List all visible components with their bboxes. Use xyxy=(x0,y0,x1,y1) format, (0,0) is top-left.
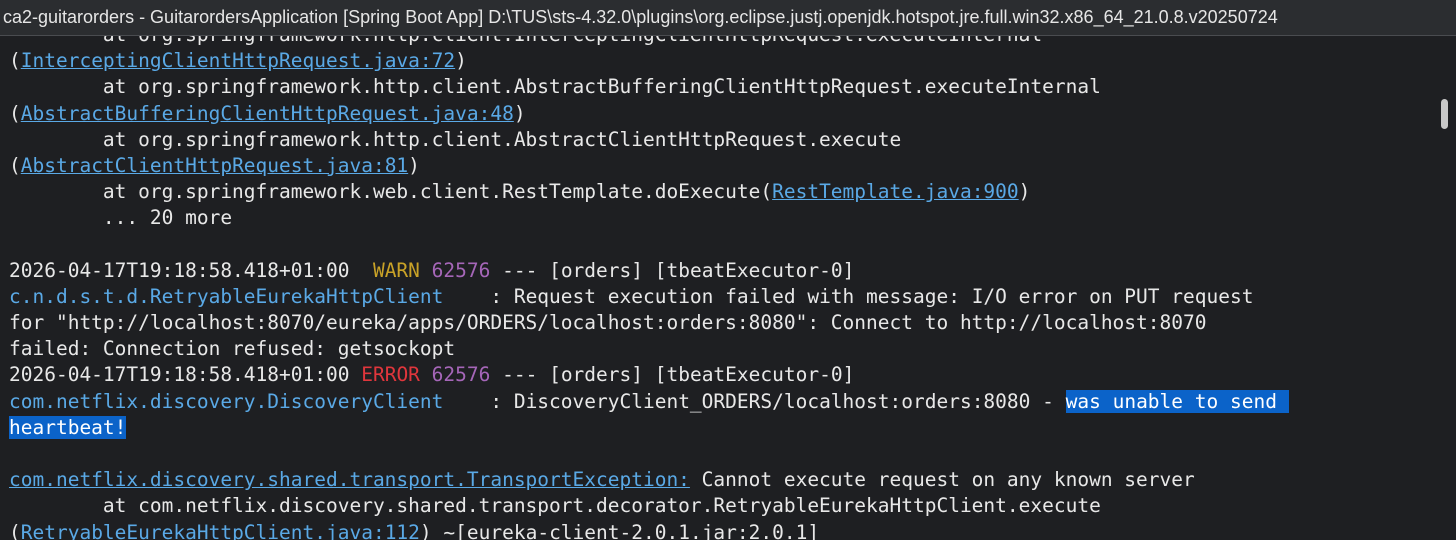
console-lines: at org.springframework.http.client.Inter… xyxy=(9,36,1289,540)
log-pid: 62576 xyxy=(431,258,491,282)
log-message-line: failed: Connection refused: getsockopt xyxy=(9,336,1289,362)
stack-frame-text: at org.springframework.http.client.Abstr… xyxy=(9,127,902,151)
selected-text[interactable]: heartbeat! xyxy=(9,415,127,439)
source-link-intercepting-client-http-request[interactable]: InterceptingClientHttpRequest.java:72 xyxy=(21,49,455,72)
source-link-retryable-eureka-http-client[interactable]: RetryableEurekaHttpClient.java:112 xyxy=(21,521,420,540)
log-message: failed: Connection refused: getsockopt xyxy=(9,337,456,361)
log-thread: --- [orders] [tbeatExecutor-0] xyxy=(490,363,855,387)
more-frames-text: ... 20 more xyxy=(9,206,233,230)
console-line-blank xyxy=(9,232,1289,258)
console-window: ca2-guitarorders - GuitarordersApplicati… xyxy=(0,0,1456,540)
blank-text xyxy=(9,442,21,465)
log-message-line: c.n.d.s.t.d.RetryableEurekaHttpClient : … xyxy=(9,284,1289,310)
stack-frame-text: at org.springframework.web.client.RestTe… xyxy=(9,180,773,204)
log-header-error: 2026-04-17T19:18:58.418+01:00 ERROR 6257… xyxy=(9,362,1289,388)
console-line: ... 20 more xyxy=(9,205,1289,231)
console-line: at org.springframework.http.client.Inter… xyxy=(9,36,1289,48)
exception-message: Cannot execute request on any known serv… xyxy=(689,468,1195,492)
logger-name-discovery-client: com.netflix.discovery.DiscoveryClient xyxy=(9,389,444,413)
console-line: at org.springframework.web.client.RestTe… xyxy=(9,179,1289,205)
log-timestamp: 2026-04-17T19:18:58.418+01:00 xyxy=(9,363,350,387)
paren: ) xyxy=(408,153,420,177)
stack-frame-text: at org.springframework.http.client.Inter… xyxy=(9,36,1042,46)
log-header-warn: 2026-04-17T19:18:58.418+01:00 WARN 62576… xyxy=(9,258,1289,284)
log-level-warn: WARN xyxy=(372,258,420,282)
paren: ) xyxy=(513,101,526,125)
console-line: at com.netflix.discovery.shared.transpor… xyxy=(9,493,1289,519)
console-output[interactable]: at org.springframework.http.client.Inter… xyxy=(0,36,1436,540)
jar-info: ~[eureka-client-2.0.1.jar:2.0.1] xyxy=(431,520,820,540)
paren: ) xyxy=(455,49,467,73)
log-message-line: com.netflix.discovery.DiscoveryClient : … xyxy=(9,389,1289,415)
console-title: ca2-guitarorders - GuitarordersApplicati… xyxy=(3,7,1278,27)
console-title-bar: ca2-guitarorders - GuitarordersApplicati… xyxy=(0,0,1456,36)
console-line: at org.springframework.http.client.Abstr… xyxy=(9,127,1289,153)
paren: ) xyxy=(1018,180,1031,204)
logger-name-retryable-eureka-http-client: c.n.d.s.t.d.RetryableEurekaHttpClient xyxy=(9,284,444,308)
paren: ( xyxy=(9,49,21,73)
stack-frame-text: at org.springframework.http.client.Abstr… xyxy=(9,75,1101,99)
console-line-blank xyxy=(9,441,1289,467)
log-level-error: ERROR xyxy=(361,363,420,387)
source-link-rest-template[interactable]: RestTemplate.java:900 xyxy=(772,180,1019,203)
exception-line: com.netflix.discovery.shared.transport.T… xyxy=(9,467,1289,493)
log-pid: 62576 xyxy=(431,363,491,387)
console-line: (AbstractClientHttpRequest.java:81) xyxy=(9,153,1289,179)
log-timestamp: 2026-04-17T19:18:58.418+01:00 xyxy=(9,258,350,282)
stack-frame-text: at com.netflix.discovery.shared.transpor… xyxy=(9,494,1101,518)
paren: ( xyxy=(9,520,21,540)
source-link-abstract-client-http-request[interactable]: AbstractClientHttpRequest.java:81 xyxy=(21,154,408,177)
scrollbar-thumb[interactable] xyxy=(1441,99,1448,129)
paren: ( xyxy=(9,153,21,177)
log-thread: --- [orders] [tbeatExecutor-0] xyxy=(490,258,855,282)
paren: ) xyxy=(419,520,432,540)
console-line: at org.springframework.http.client.Abstr… xyxy=(9,74,1289,100)
paren: ( xyxy=(9,101,21,125)
console-line: (RetryableEurekaHttpClient.java:112) ~[e… xyxy=(9,520,1289,540)
selected-text[interactable]: was unable to send xyxy=(1065,389,1289,413)
source-link-abstract-buffering-client-http-request[interactable]: AbstractBufferingClientHttpRequest.java:… xyxy=(21,102,514,125)
console-line: (AbstractBufferingClientHttpRequest.java… xyxy=(9,101,1289,127)
log-message: : DiscoveryClient_ORDERS/localhost:order… xyxy=(443,389,1066,413)
exception-link-transport-exception[interactable]: com.netflix.discovery.shared.transport.T… xyxy=(9,468,690,491)
console-line: (InterceptingClientHttpRequest.java:72) xyxy=(9,48,1289,74)
log-message: for "http://localhost:8070/eureka/apps/O… xyxy=(9,311,1207,335)
blank-text xyxy=(9,233,21,256)
log-message-line: heartbeat! xyxy=(9,415,1289,441)
log-message-line: for "http://localhost:8070/eureka/apps/O… xyxy=(9,310,1289,336)
log-message: : Request execution failed with message:… xyxy=(443,284,1254,308)
vertical-scrollbar[interactable] xyxy=(1436,36,1456,540)
